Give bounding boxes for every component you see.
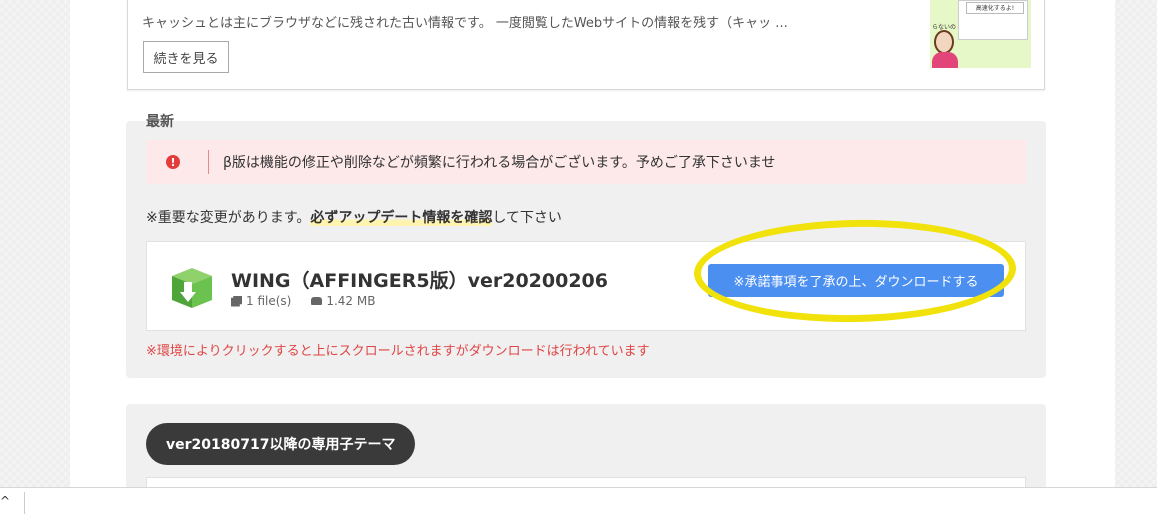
thumbnail-bubble: 高速化するよ! — [966, 2, 1024, 14]
character-body-icon — [932, 52, 958, 68]
download-box: WING（AFFINGER5版）ver20200206 1 file(s) 1.… — [146, 241, 1026, 331]
download-button[interactable]: ※承諾事項を了承の上、ダウンロードする — [708, 264, 1004, 297]
scroll-warning: ※環境によりクリックすると上にスクロールされますがダウンロードは行われています — [146, 344, 650, 359]
bottom-bar: ^ — [0, 487, 1157, 515]
beta-alert: ! β版は機能の修正や削除などが頻繁に行われる場合がございます。予めご了承下さい… — [146, 140, 1026, 184]
file-title: WING（AFFINGER5版）ver20200206 — [231, 270, 608, 292]
article-excerpt: キャッシュとは主にブラウザなどに残された古い情報です。 一度閲覧したWebサイト… — [142, 16, 788, 31]
package-icon — [172, 268, 212, 308]
alert-icon: ! — [166, 155, 180, 169]
alert-text: β版は機能の修正や削除などが頻繁に行われる場合がございます。予めご了承下さいませ — [223, 155, 776, 171]
child-theme-heading: ver20180717以降の専用子テーマ — [146, 423, 416, 465]
chevron-up-icon[interactable]: ^ — [0, 494, 10, 508]
notice-emphasis: 必ずアップデート情報を確認 — [310, 210, 493, 226]
file-meta: 1 file(s) 1.42 MB — [231, 294, 375, 308]
section-label-latest: 最新 — [146, 114, 174, 130]
file-count: 1 file(s) — [231, 294, 291, 308]
article-card: キャッシュとは主にブラウザなどに残された古い情報です。 一度閲覧したWebサイト… — [127, 0, 1045, 90]
notice-prefix: ※重要な変更があります。 — [146, 210, 311, 226]
drive-icon — [311, 297, 323, 305]
character-face-icon — [934, 30, 954, 54]
read-more-button[interactable]: 続きを見る — [143, 41, 229, 73]
notice-suffix: して下さい — [492, 210, 562, 226]
alert-divider — [208, 150, 209, 174]
file-size: 1.42 MB — [311, 294, 375, 308]
article-thumbnail[interactable]: 高速化するよ! らないの — [930, 0, 1031, 68]
files-icon — [231, 295, 242, 307]
update-notice: ※重要な変更があります。必ずアップデート情報を確認して下さい — [146, 207, 562, 227]
file-count-text: 1 file(s) — [246, 294, 292, 308]
latest-panel: ! β版は機能の修正や削除などが頻繁に行われる場合がございます。予めご了承下さい… — [126, 121, 1046, 378]
bottom-divider — [24, 492, 25, 514]
file-size-text: 1.42 MB — [326, 294, 376, 308]
child-theme-panel: ver20180717以降の専用子テーマ — [126, 404, 1046, 507]
